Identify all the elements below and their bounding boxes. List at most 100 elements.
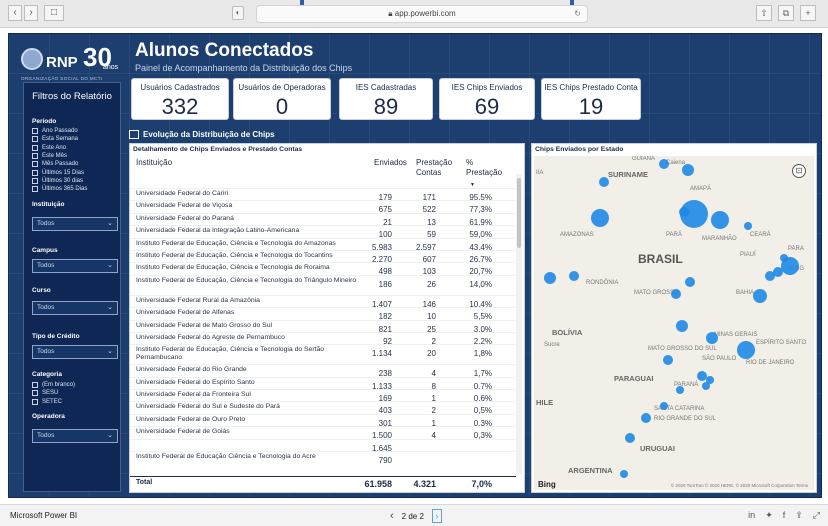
share-icon[interactable]: ⇧: [756, 5, 772, 21]
periodo-option[interactable]: Este Mês: [32, 152, 87, 160]
map-bubble[interactable]: [781, 257, 799, 275]
share-icon[interactable]: ⇪: [795, 510, 803, 521]
checkbox-icon[interactable]: [32, 177, 38, 184]
table-row[interactable]: Instituto Federal de Educação, Ciência e…: [130, 262, 516, 276]
map-bubble[interactable]: [659, 159, 669, 169]
privacy-shield-icon[interactable]: ◐: [232, 6, 244, 20]
table-row[interactable]: Universidade Federal de Ouro Preto 301 1 0,…: [130, 413, 516, 428]
kpi-card-usuarios-operadoras: Usuários de Operadoras 0: [233, 78, 331, 120]
map-bubble[interactable]: [765, 271, 775, 281]
map-bubble[interactable]: [591, 209, 609, 227]
focus-mode-icon[interactable]: ⊡: [792, 164, 806, 178]
twitter-icon[interactable]: ✦: [765, 510, 773, 521]
map-bubble[interactable]: [671, 289, 681, 299]
categoria-option[interactable]: (Em branco): [32, 381, 75, 389]
fullscreen-icon[interactable]: ⤢: [813, 510, 820, 521]
forward-icon[interactable]: ›: [24, 5, 38, 21]
periodo-heading: Período: [32, 118, 57, 125]
map-bubble[interactable]: [620, 470, 628, 478]
map-bubble[interactable]: [680, 200, 708, 228]
periodo-option[interactable]: Mês Passado: [32, 160, 87, 168]
checkbox-icon[interactable]: [32, 382, 38, 389]
table-row[interactable]: Universidade Federal do Rio Grande 238 4 1,…: [130, 364, 516, 378]
periodo-option[interactable]: Últimos 365 Dias: [32, 185, 87, 193]
table-row[interactable]: Instituto Federal de Educação, Ciência e…: [130, 237, 516, 252]
instituicao-dropdown[interactable]: Todos ⌄: [32, 217, 118, 231]
map-bubble[interactable]: [706, 332, 718, 344]
tipo-credito-dropdown[interactable]: Todos ⌄: [32, 345, 118, 359]
table-row[interactable]: Universidade Federal do Sul e Sudeste do…: [130, 401, 516, 415]
checkbox-icon[interactable]: [32, 161, 38, 168]
back-icon[interactable]: ‹: [8, 5, 22, 21]
periodo-option[interactable]: Este Ano: [32, 144, 87, 152]
col-header-instituicao[interactable]: Instituição: [136, 158, 172, 168]
table-row[interactable]: Instituto Federal de Educação, Ciência e…: [130, 344, 516, 364]
map-bubble[interactable]: [685, 277, 695, 287]
table-row[interactable]: Universidade Federal de Goiás 1.500 4 0,3%: [130, 426, 516, 440]
sidebar-icon[interactable]: □: [44, 5, 64, 21]
categoria-option[interactable]: SETEC: [32, 398, 75, 406]
periodo-option[interactable]: Ano Passado: [32, 127, 87, 135]
scroll-thumb[interactable]: [517, 178, 521, 248]
col-header-prestacao[interactable]: Prestação Contas: [416, 158, 456, 178]
periodo-option[interactable]: Últimos 15 Dias: [32, 168, 87, 176]
table-row[interactable]: Universidade Federal da Integração Latin…: [130, 225, 516, 239]
col-header-pct-prestacao[interactable]: % Prestação: [466, 158, 506, 178]
new-tab-icon[interactable]: +: [800, 5, 816, 21]
table-row[interactable]: Universidade Federal do Cariri 179 171 95,5…: [130, 188, 516, 202]
map-bubble[interactable]: [625, 433, 635, 443]
map-area[interactable]: ⊡ Bing © 2020 TomTom © 2020 HERE, © 2020…: [534, 156, 814, 490]
map-bubble[interactable]: [753, 289, 767, 303]
table-row[interactable]: Instituto Federal de Educação Ciência e …: [130, 451, 516, 465]
map-bubble[interactable]: [569, 271, 579, 281]
facebook-icon[interactable]: f: [783, 510, 786, 521]
checkbox-icon[interactable]: [32, 144, 38, 151]
map-bubble[interactable]: [660, 402, 668, 410]
linkedin-icon[interactable]: in: [748, 510, 755, 521]
table-cell-inst: Universidade Federal do Paraná: [136, 214, 234, 222]
campus-dropdown[interactable]: Todos ⌄: [32, 259, 118, 273]
map-bubble[interactable]: [641, 413, 651, 423]
table-row[interactable]: Universidade Federal Rural da Amazônia 1.…: [130, 294, 516, 309]
table-row[interactable]: Instituto Federal de Educação, Ciência e…: [130, 249, 516, 264]
map-bubble[interactable]: [737, 341, 755, 359]
checkbox-icon[interactable]: [32, 398, 38, 405]
map-bubble[interactable]: [676, 386, 684, 394]
periodo-option[interactable]: Esta Semana: [32, 135, 87, 143]
curso-dropdown[interactable]: Todos ⌄: [32, 301, 118, 315]
map-bubble[interactable]: [682, 164, 694, 176]
map-bubble[interactable]: [544, 272, 556, 284]
table-row[interactable]: Universidade Federal de Alfenas 182 10 5,5%: [130, 307, 516, 321]
checkbox-icon[interactable]: [32, 390, 38, 397]
address-bar[interactable]: 🔒︎ app.powerbi.com ↻: [256, 5, 588, 23]
map-bubble[interactable]: [744, 222, 752, 230]
tabs-icon[interactable]: ⧉: [778, 5, 794, 21]
evolucao-link[interactable]: Evolução da Distribuição de Chips: [129, 128, 275, 140]
checkbox-icon[interactable]: [32, 169, 38, 176]
categoria-option[interactable]: SESU: [32, 389, 75, 397]
map-bubble[interactable]: [663, 355, 673, 365]
table-row[interactable]: Universidade Federal de Viçosa 675 522 77,3…: [130, 200, 516, 214]
next-page-icon[interactable]: ›: [431, 509, 442, 523]
table-row[interactable]: 1.645: [130, 438, 516, 453]
checkbox-icon[interactable]: [32, 128, 38, 135]
map-bubble[interactable]: [711, 211, 729, 229]
checkbox-icon[interactable]: [32, 136, 38, 143]
table-row[interactable]: Universidade Federal do Agreste de Perna…: [130, 331, 516, 346]
prev-page-icon[interactable]: ‹: [390, 510, 394, 522]
table-row[interactable]: Universidade Federal da Fronteira Sul 169…: [130, 389, 516, 403]
table-row[interactable]: Universidade Federal de Mato Grosso do S…: [130, 319, 516, 334]
table-scrollbar[interactable]: [516, 174, 522, 474]
table-row[interactable]: Instituto Federal de Educação, Ciência e…: [130, 274, 516, 295]
operadora-dropdown[interactable]: Todos ⌄: [32, 429, 118, 443]
checkbox-icon[interactable]: [32, 153, 38, 160]
map-bubble[interactable]: [599, 177, 609, 187]
col-header-enviados[interactable]: Enviados: [374, 158, 408, 168]
map-bubble[interactable]: [676, 320, 688, 332]
table-row[interactable]: Universidade Federal do Paraná 21 13 61,9%: [130, 212, 516, 227]
map-bubble[interactable]: [702, 382, 710, 390]
checkbox-icon[interactable]: [32, 186, 38, 193]
periodo-option[interactable]: Últimos 30 dias: [32, 177, 87, 185]
table-row[interactable]: Universidade Federal do Espírito Santo 1.…: [130, 376, 516, 391]
reload-icon[interactable]: ↻: [574, 6, 581, 22]
